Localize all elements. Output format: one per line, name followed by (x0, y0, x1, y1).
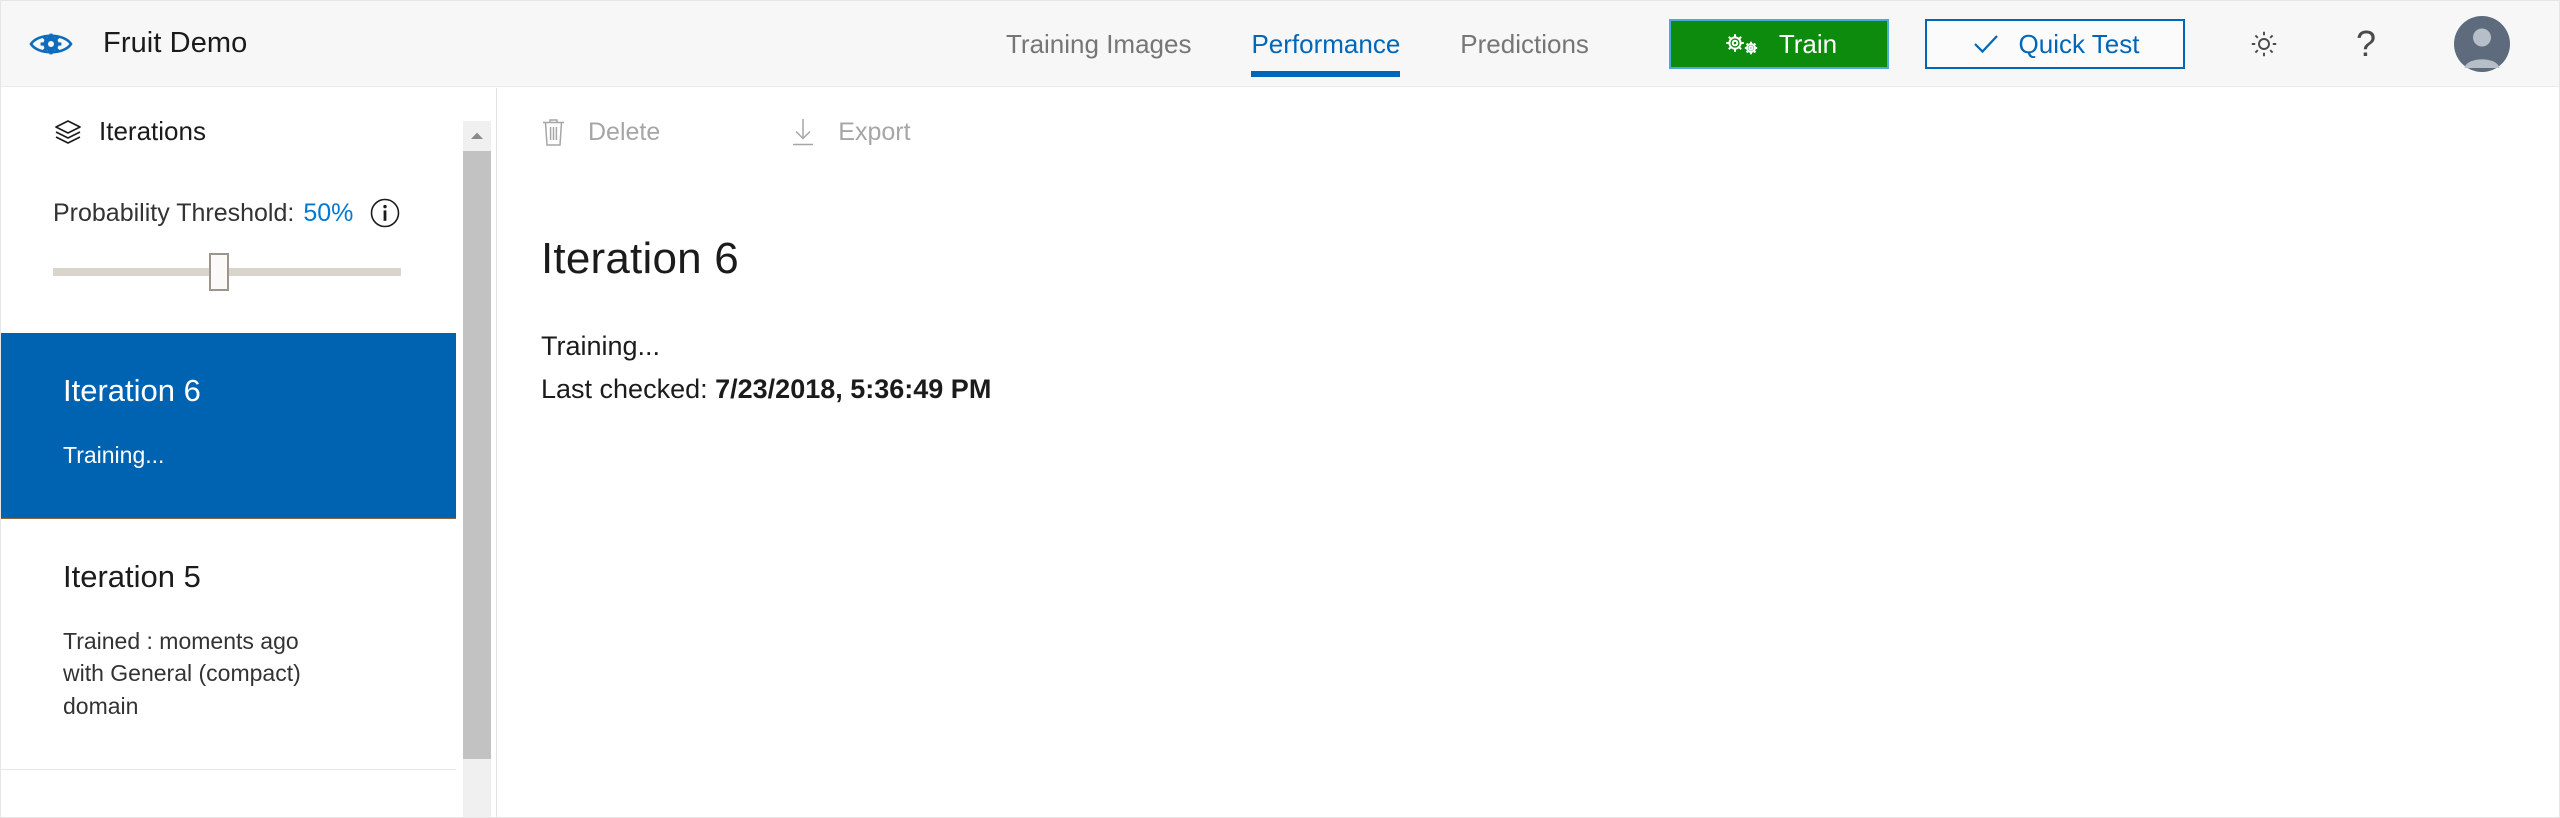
question-mark-icon: ? (2355, 23, 2377, 64)
delete-button-label: Delete (588, 117, 661, 146)
page-title: Iteration 6 (541, 234, 739, 283)
training-status: Training... (541, 331, 661, 361)
app-window: Fruit Demo Training Images Performance P… (0, 0, 2560, 818)
iterations-sidebar: Iterations Probability Threshold: 50% It… (1, 88, 497, 817)
app-header: Fruit Demo Training Images Performance P… (1, 1, 2559, 87)
last-checked-value: 7/23/2018, 5:36:49 PM (715, 374, 992, 404)
tab-performance[interactable]: Performance (1221, 1, 1430, 87)
download-icon (790, 117, 816, 147)
iteration-title: Iteration 5 (63, 558, 201, 594)
last-checked-row: Last checked: 7/23/2018, 5:36:49 PM (541, 374, 2559, 405)
iteration-detail-panel: Iteration 6 Training... Last checked: 7/… (498, 176, 2559, 405)
last-checked-label: Last checked: (541, 374, 708, 404)
content-toolbar: Delete Export (498, 88, 2559, 176)
train-button[interactable]: Train (1669, 19, 1889, 69)
quick-test-button[interactable]: Quick Test (1925, 19, 2185, 69)
threshold-value: 50% (303, 198, 354, 227)
tab-predictions[interactable]: Predictions (1430, 1, 1619, 87)
probability-threshold: Probability Threshold: 50% (1, 147, 496, 229)
scrollbar-thumb[interactable] (463, 151, 491, 759)
header-actions: Train Quick Test (1669, 1, 2185, 87)
quick-test-button-label: Quick Test (2018, 28, 2140, 59)
train-button-label: Train (1778, 28, 1838, 59)
iteration-status: Trained : moments ago with General (comp… (63, 627, 301, 719)
export-button-label: Export (838, 117, 911, 146)
threshold-slider-thumb[interactable] (209, 253, 229, 291)
layers-icon (53, 118, 83, 146)
help-button[interactable]: ? (2338, 16, 2394, 72)
header-icon-group: ? (2236, 1, 2510, 87)
check-icon (1971, 29, 2001, 59)
scrollbar-up-button[interactable] (463, 121, 491, 149)
app-title: Fruit Demo (103, 27, 248, 59)
info-icon[interactable] (353, 197, 401, 229)
main-content: Delete Export Iteration 6 Training... La… (498, 88, 2559, 817)
avatar[interactable] (2394, 16, 2510, 72)
sidebar-scrollbar[interactable] (463, 121, 491, 817)
gear-icon (2247, 27, 2281, 61)
iterations-section-title: Iterations (99, 116, 206, 146)
delete-button[interactable]: Delete (541, 117, 660, 147)
iterations-section-header: Iterations (1, 88, 496, 147)
brand: Fruit Demo (1, 22, 247, 66)
iteration-status: Training... (63, 442, 165, 468)
threshold-label: Probability Threshold: (53, 198, 295, 227)
settings-gear-button[interactable] (2236, 16, 2292, 72)
tab-training-images[interactable]: Training Images (976, 1, 1221, 87)
trash-icon (541, 117, 566, 147)
iteration-list-item-5[interactable]: Iteration 5 Trained : moments ago with G… (1, 518, 456, 770)
iteration-title: Iteration 6 (63, 373, 201, 408)
iteration-list: Iteration 6 Training... Iteration 5 Trai… (1, 333, 456, 770)
main-navigation: Training Images Performance Predictions (976, 1, 1619, 87)
export-button[interactable]: Export (790, 117, 911, 147)
chevron-up-icon (470, 131, 484, 140)
custom-vision-eye-gear-icon (29, 22, 73, 66)
threshold-slider[interactable] (53, 253, 401, 291)
iteration-list-item-6[interactable]: Iteration 6 Training... (1, 333, 456, 519)
gears-icon (1721, 29, 1763, 59)
